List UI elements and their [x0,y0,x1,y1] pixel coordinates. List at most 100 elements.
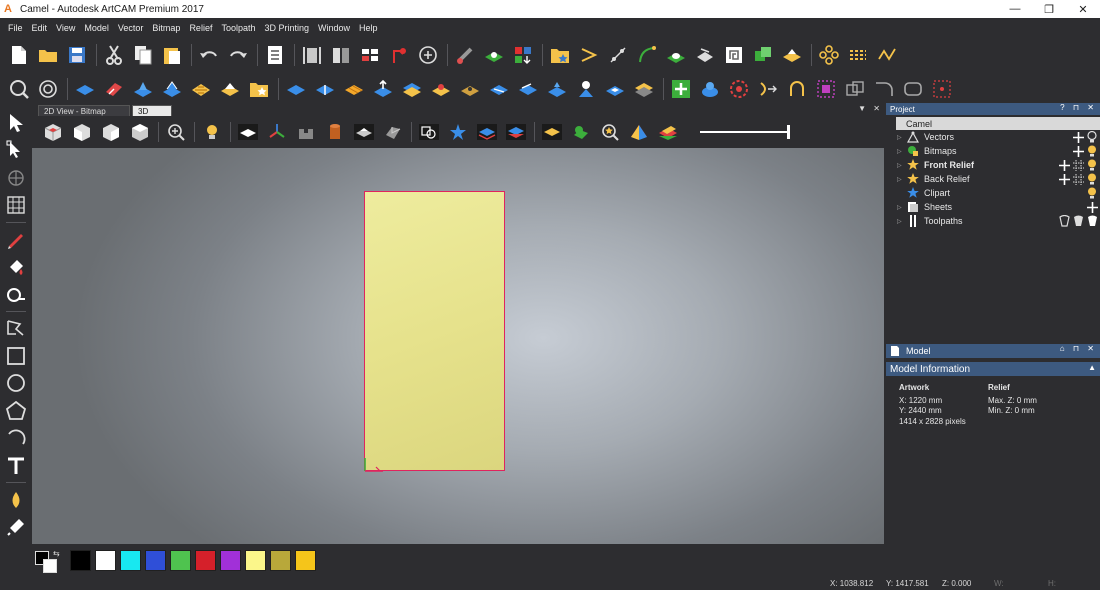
relief-dome-green-icon[interactable] [665,44,687,66]
relief-blue-shape-icon[interactable] [74,78,96,100]
relief-folder-star-icon[interactable] [248,78,270,100]
relief-layer-green-icon[interactable] [483,44,505,66]
tree-item-bitmaps[interactable]: ▷ Bitmaps [886,144,1100,158]
tree-item-front-relief[interactable]: ▷ Front Relief [886,158,1100,172]
trim-icon[interactable] [757,78,779,100]
relief-smooth-icon[interactable] [430,78,452,100]
tab-3d-view[interactable]: 3D View [132,105,172,127]
cut-icon[interactable] [103,44,125,66]
eyedropper-icon[interactable] [5,517,27,538]
tab-2d-view[interactable]: 2D View - Bitmap Layer [38,105,130,127]
visibility-bulb-icon[interactable] [1086,131,1098,143]
expand-arrow-icon[interactable]: ▷ [897,148,907,155]
palette-swatch[interactable] [270,550,291,571]
wireframe-icon[interactable] [382,121,404,143]
relief-brush-icon[interactable] [454,44,476,66]
merge-blue-icon[interactable] [699,78,721,100]
new-file-icon[interactable] [8,44,30,66]
relief-figure-icon[interactable] [575,78,597,100]
view-iso-right-icon[interactable] [100,121,122,143]
open-folder-icon[interactable] [37,44,59,66]
palette-swatch[interactable] [220,550,241,571]
relief-blue-split-icon[interactable] [314,78,336,100]
axes-icon[interactable] [266,121,288,143]
tool-outline-icon[interactable] [1058,215,1070,227]
view-iso-top-icon[interactable] [129,121,151,143]
cut-region-icon[interactable] [931,78,953,100]
secondary-color-swatch[interactable] [43,559,57,573]
color-drop-icon[interactable] [5,489,27,510]
mirror-icon[interactable] [330,44,352,66]
minimize-button[interactable]: — [998,0,1032,18]
relief-combine-icon[interactable] [219,78,241,100]
swap-colors-icon[interactable]: ⇆ [53,549,60,558]
shade-relief-icon[interactable] [353,121,375,143]
snap-icon[interactable] [388,44,410,66]
menu-toolpath[interactable]: Toolpath [221,23,255,33]
chevron-vector-icon[interactable] [578,44,600,66]
relief-spin-icon[interactable] [161,78,183,100]
relief-flat-yellow-icon[interactable] [781,44,803,66]
relief-texture-icon[interactable] [190,78,212,100]
close-button[interactable]: ✕ [1066,0,1100,18]
circle-icon[interactable] [5,373,27,394]
view-iso-left-icon[interactable] [71,121,93,143]
spline-icon[interactable] [636,44,658,66]
show-relief-icon[interactable] [476,121,498,143]
visibility-bulb-icon[interactable] [1086,159,1098,171]
node-select-icon[interactable] [5,139,27,160]
light-bulb-icon[interactable] [201,121,223,143]
bevel-icon[interactable] [694,44,716,66]
project-panel-controls[interactable]: ? ⊓ ✕ [1060,103,1097,112]
relief-stack-icon[interactable] [401,78,423,100]
menu-edit[interactable]: Edit [32,23,48,33]
redo-icon[interactable] [227,44,249,66]
menu-3d-printing[interactable]: 3D Printing [264,23,309,33]
save-icon[interactable] [66,44,88,66]
palette-swatch[interactable] [120,550,141,571]
tool-white-icon[interactable] [1086,215,1098,227]
expand-arrow-icon[interactable]: ▷ [897,176,907,183]
undo-icon[interactable] [198,44,220,66]
grid-icon[interactable] [359,44,381,66]
copy-icon[interactable] [132,44,154,66]
pyramid-relief-icon[interactable] [628,121,650,143]
tree-item-clipart[interactable]: ▷ Clipart [886,186,1100,200]
add-plus-icon[interactable] [1086,201,1098,213]
menu-help[interactable]: Help [359,23,378,33]
tab-menu-icon[interactable]: ▼ [858,104,866,113]
measure-icon[interactable] [417,44,439,66]
layer-stack-green-icon[interactable] [752,44,774,66]
model-panel-controls[interactable]: ⌂ ⊓ ✕ [1060,344,1097,353]
menu-window[interactable]: Window [318,23,350,33]
tree-item-toolpaths[interactable]: ▷ Toolpaths [886,214,1100,228]
tool-filled-icon[interactable] [1072,215,1084,227]
paste-icon[interactable] [161,44,183,66]
collapse-icon[interactable]: ▲ [1088,363,1096,372]
gradient-relief-icon[interactable] [657,121,679,143]
show-layers-icon[interactable] [505,121,527,143]
spiral-icon[interactable] [723,44,745,66]
relief-raise-icon[interactable] [372,78,394,100]
boundary-magenta-icon[interactable] [815,78,837,100]
material-cylinder-icon[interactable] [324,121,346,143]
palette-swatch[interactable] [70,550,91,571]
notes-icon[interactable] [264,44,286,66]
relief-layers-icon[interactable] [517,78,539,100]
arc-icon[interactable] [5,427,27,448]
tree-item-back-relief[interactable]: ▷ Back Relief [886,172,1100,186]
select-arrow-icon[interactable] [5,112,27,133]
zoom-fit-icon[interactable] [37,78,59,100]
view-slider-thumb[interactable] [787,125,790,139]
palette-swatch[interactable] [145,550,166,571]
toolpath-dashes-icon[interactable] [847,44,869,66]
toolpath-nodes-icon[interactable] [818,44,840,66]
arc-fit-icon[interactable] [786,78,808,100]
palette-swatch[interactable] [95,550,116,571]
clipart-folder-icon[interactable] [549,44,571,66]
menu-file[interactable]: File [8,23,23,33]
add-plus-icon[interactable] [1058,173,1070,185]
model-information-header[interactable]: Model Information ▲ [886,362,1100,376]
fillet-icon[interactable] [873,78,895,100]
polyline-icon[interactable] [5,318,27,339]
